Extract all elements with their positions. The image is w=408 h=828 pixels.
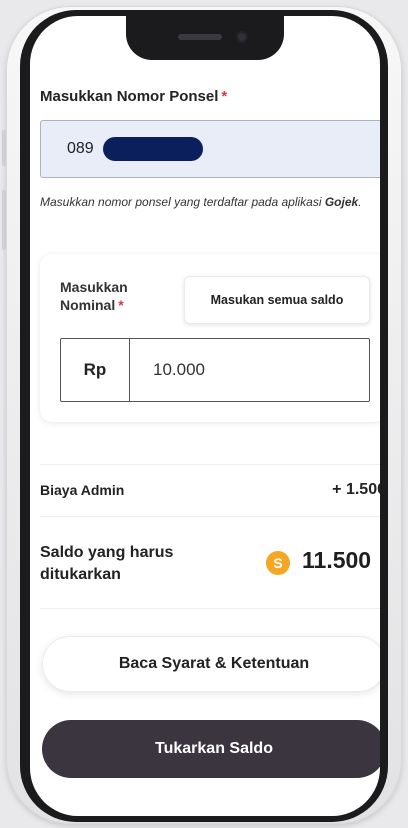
admin-fee-value: + 1.500 (332, 481, 380, 498)
phone-number-label: Masukkan Nomor Ponsel * (40, 88, 227, 105)
coin-icon: S (266, 551, 290, 575)
required-mark: * (118, 297, 124, 313)
phone-notch (126, 16, 284, 60)
nominal-label: Masukkan Nominal * (60, 278, 160, 314)
phone-screen: Masukkan Nomor Ponsel * 089 Masukkan nomo… (30, 16, 380, 816)
form-content: Masukkan Nomor Ponsel * 089 Masukkan nomo… (30, 16, 380, 816)
redacted-phone-digits (103, 137, 203, 161)
amount-value: 10.000 (153, 360, 205, 379)
helper-text-prefix: Masukkan nomor ponsel yang terdaftar pad… (40, 195, 325, 209)
divider (40, 608, 380, 609)
side-button (2, 190, 6, 250)
phone-helper-text: Masukkan nomor ponsel yang terdaftar pad… (40, 194, 380, 210)
amount-input[interactable]: Rp 10.000 (60, 338, 370, 402)
helper-text-app-name: Gojek (324, 195, 359, 209)
use-all-balance-button[interactable]: Masukan semua saldo (184, 276, 370, 324)
front-camera (236, 31, 248, 43)
phone-number-label-text: Masukkan Nomor Ponsel (40, 88, 219, 105)
terms-conditions-button[interactable]: Baca Syarat & Ketentuan (42, 636, 380, 692)
total-redeem-value: 11.500 (302, 547, 372, 573)
nominal-card: Masukkan Nominal * Masukan semua saldo Rp… (40, 254, 380, 422)
divider (40, 516, 380, 517)
phone-number-value: 089 (67, 140, 94, 157)
currency-prefix: Rp (61, 339, 130, 401)
required-mark: * (221, 88, 228, 105)
divider (40, 464, 380, 465)
speaker-grille (178, 34, 222, 40)
phone-number-input[interactable]: 089 (40, 120, 380, 178)
admin-fee-label: Biaya Admin (40, 482, 125, 498)
side-button (2, 130, 6, 166)
total-redeem-label: Saldo yang harus ditukarkan (40, 544, 174, 583)
redeem-balance-button[interactable]: Tukarkan Saldo (42, 720, 380, 778)
helper-text-suffix: . (358, 195, 362, 209)
